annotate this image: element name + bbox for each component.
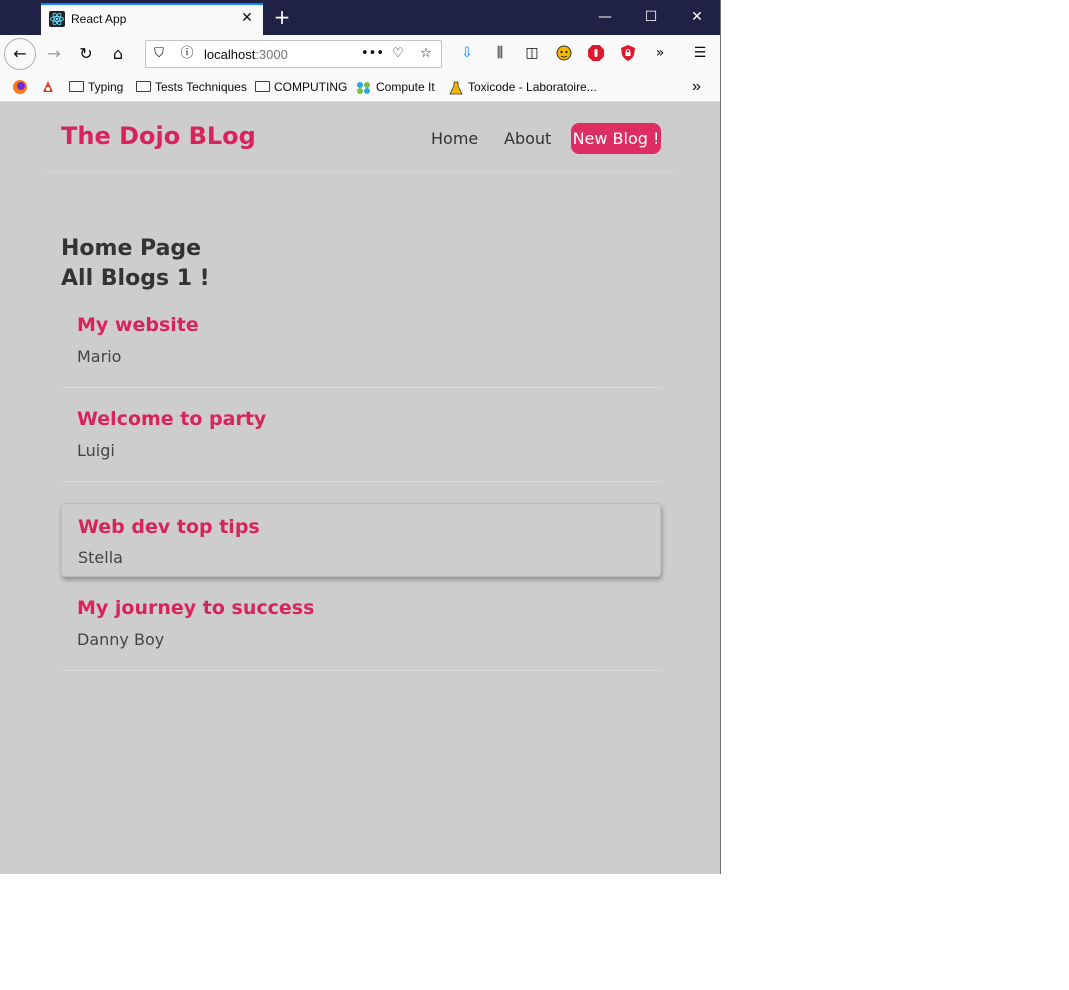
blog-title[interactable]: My website — [77, 314, 199, 336]
blog-title[interactable]: Welcome to party — [77, 408, 266, 430]
back-icon[interactable]: ← — [4, 38, 36, 70]
url-bar[interactable]: ⛉ ⓘ localhost:3000 ••• ♡ ☆ — [145, 40, 442, 68]
blog-list-title: All Blogs 1 ! — [61, 266, 210, 291]
blog-preview[interactable]: Welcome to party Luigi — [61, 398, 661, 482]
folder-icon — [255, 81, 270, 93]
folder-icon — [69, 81, 84, 93]
more-options-icon[interactable]: ••• — [361, 46, 384, 62]
bookmark-folder-typing[interactable]: Typing — [69, 79, 123, 95]
bookmark-label: Compute It — [376, 80, 435, 94]
blog-author: Luigi — [77, 441, 115, 460]
minimize-icon[interactable]: — — [582, 0, 628, 35]
blog-author: Danny Boy — [77, 630, 165, 649]
hamburger-menu-icon[interactable]: ☰ — [691, 44, 709, 62]
browser-window: React App ✕ + — ☐ ✕ ← → ↻ ⌂ ⛉ ⓘ localhos… — [0, 0, 721, 874]
new-blog-button[interactable]: New Blog ! — [571, 123, 661, 154]
navigation-bar: ← → ↻ ⌂ ⛉ ⓘ localhost:3000 ••• ♡ ☆ ⇩ ⫼ ◫… — [0, 35, 720, 73]
nav-home-link[interactable]: Home — [431, 129, 478, 148]
bookmarks-overflow-icon[interactable]: » — [692, 79, 701, 95]
site-title: The Dojo BLog — [61, 122, 256, 150]
blog-author: Stella — [78, 548, 123, 567]
sidebar-icon[interactable]: ◫ — [523, 44, 541, 62]
library-icon[interactable]: ⫼ — [491, 44, 509, 62]
title-bar: React App ✕ + — ☐ ✕ — [0, 0, 720, 35]
info-icon[interactable]: ⓘ — [179, 46, 195, 62]
new-tab-icon[interactable]: + — [271, 6, 293, 28]
close-window-icon[interactable]: ✕ — [674, 0, 720, 35]
close-tab-icon[interactable]: ✕ — [239, 10, 255, 26]
flask-icon — [448, 81, 464, 95]
shield-icon[interactable]: ⛉ — [151, 46, 167, 62]
blog-title[interactable]: Web dev top tips — [78, 516, 260, 538]
adblock-icon[interactable] — [587, 44, 605, 62]
blog-preview[interactable]: Web dev top tips Stella — [61, 503, 661, 577]
bookmarks-bar: Typing Tests Techniques COMPUTING Comput… — [0, 73, 720, 102]
blog-title[interactable]: My journey to success — [77, 597, 314, 619]
bookmark-toxicode[interactable]: Toxicode - Laboratoire... — [448, 79, 597, 95]
bookmark-compute-it[interactable]: Compute It — [356, 79, 435, 95]
url-port: :3000 — [255, 47, 288, 62]
page-title: Home Page — [61, 236, 202, 261]
overflow-chevron-icon[interactable]: » — [651, 44, 669, 62]
nav-about-link[interactable]: About — [504, 129, 551, 148]
reload-icon[interactable]: ↻ — [71, 39, 101, 69]
bookmark-folder-tests[interactable]: Tests Techniques — [136, 79, 247, 95]
header-divider — [44, 172, 678, 173]
home-icon[interactable]: ⌂ — [103, 39, 133, 69]
pocket-icon[interactable]: ♡ — [390, 46, 406, 62]
blog-preview[interactable]: My website Mario — [61, 304, 661, 388]
bookmark-label: Tests Techniques — [155, 80, 247, 94]
blog-author: Mario — [77, 347, 122, 366]
firefox-icon[interactable] — [12, 79, 28, 95]
browser-tab[interactable]: React App ✕ — [41, 3, 263, 35]
bookmark-app-icon[interactable] — [40, 79, 56, 95]
download-icon[interactable]: ⇩ — [458, 44, 476, 62]
forward-icon[interactable]: → — [39, 39, 69, 69]
folder-icon — [136, 81, 151, 93]
react-icon — [49, 11, 65, 27]
bookmark-label: COMPUTING — [274, 80, 348, 94]
tab-title: React App — [71, 12, 127, 26]
blog-preview[interactable]: My journey to success Danny Boy — [61, 587, 661, 671]
bookmark-label: Typing — [88, 80, 124, 94]
privacy-shield-icon[interactable] — [619, 44, 637, 62]
web-page: The Dojo BLog Home About New Blog ! Home… — [0, 102, 720, 874]
bookmark-label: Toxicode - Laboratoire... — [468, 80, 597, 94]
compute-it-icon — [356, 81, 372, 95]
bookmark-star-icon[interactable]: ☆ — [418, 46, 434, 62]
url-host: localhost — [204, 47, 256, 62]
url-text[interactable]: localhost:3000 — [204, 47, 288, 62]
bookmark-folder-computing[interactable]: COMPUTING — [255, 79, 347, 95]
extension-face-icon[interactable] — [555, 44, 573, 62]
maximize-icon[interactable]: ☐ — [628, 0, 674, 35]
